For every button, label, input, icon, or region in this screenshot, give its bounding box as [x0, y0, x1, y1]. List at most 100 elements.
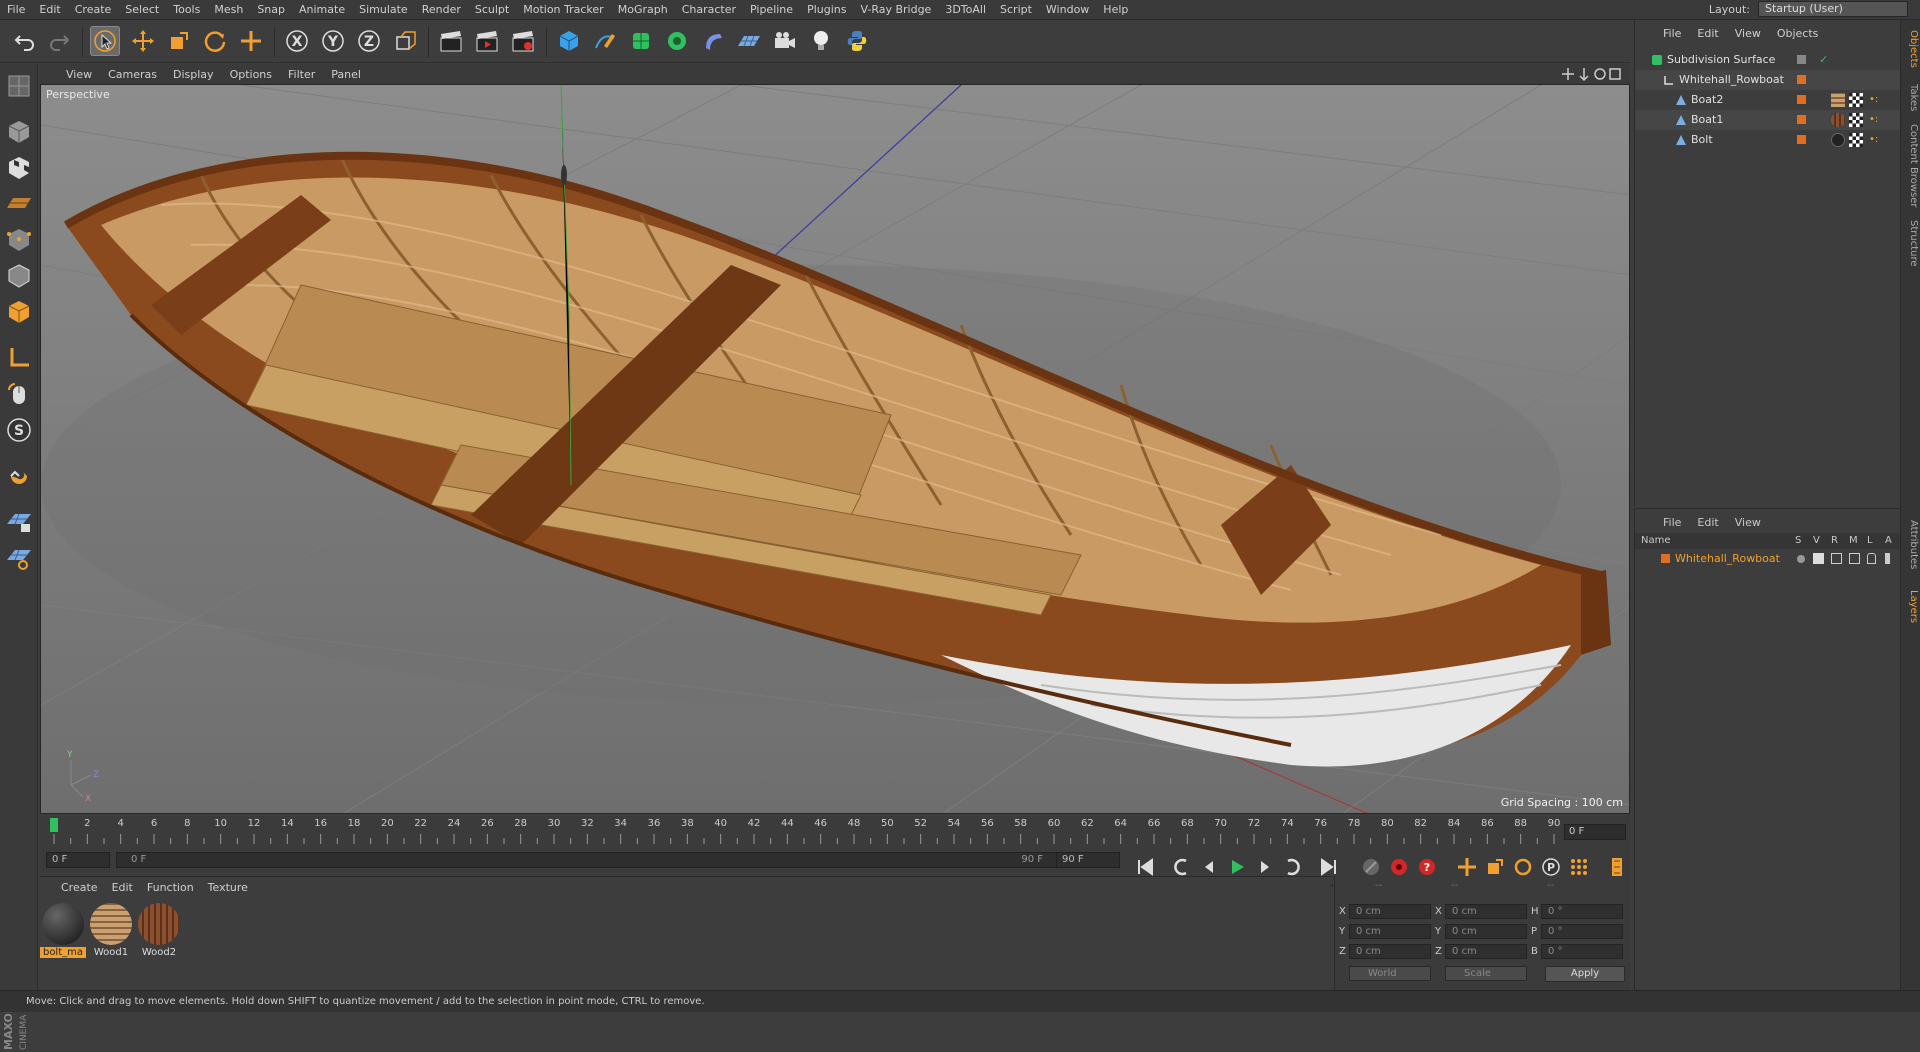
menu-3dtoall[interactable]: 3DToAll — [938, 3, 993, 16]
viewport-menu-panel[interactable]: Panel — [323, 68, 369, 81]
size-z-field[interactable]: 0 cm — [1445, 944, 1527, 959]
material-menu-texture[interactable]: Texture — [201, 881, 255, 894]
rotate-tool-button[interactable] — [200, 26, 230, 56]
viewport-nav-icons[interactable] — [1562, 66, 1622, 82]
rotation-p-field[interactable]: 0 ° — [1541, 924, 1623, 939]
scale-tool-button[interactable] — [164, 26, 194, 56]
lock-toggle-icon[interactable] — [1867, 553, 1876, 564]
menu-tools[interactable]: Tools — [166, 3, 207, 16]
object-row-boat2[interactable]: Boat2 •: — [1635, 90, 1901, 110]
viewport-menu-view[interactable]: View — [40, 68, 100, 81]
manager-toggle-icon[interactable] — [1849, 553, 1860, 564]
texture-tag-icon[interactable] — [1849, 113, 1863, 127]
enabled-check-icon[interactable]: ✓ — [1819, 50, 1828, 70]
material-wood1[interactable]: Wood1 — [88, 903, 134, 963]
menu-vray-bridge[interactable]: V-Ray Bridge — [853, 3, 938, 16]
transform-mode-select[interactable]: Scale — [1445, 966, 1527, 981]
layer-color-swatch[interactable] — [1661, 554, 1670, 563]
size-x-field[interactable]: 0 cm — [1445, 904, 1527, 919]
current-frame-field[interactable]: 0 F — [1564, 824, 1626, 840]
z-axis-button[interactable]: Z — [354, 26, 384, 56]
menu-plugins[interactable]: Plugins — [800, 3, 853, 16]
layout-select[interactable]: Startup (User) — [1758, 1, 1908, 17]
floor-button[interactable] — [734, 26, 764, 56]
texture-mode-button[interactable] — [3, 152, 35, 184]
edges-mode-button[interactable] — [3, 260, 35, 292]
position-z-field[interactable]: 0 cm — [1349, 944, 1431, 959]
solo-toggle-icon[interactable] — [1797, 555, 1805, 563]
viewport-menu-display[interactable]: Display — [165, 68, 222, 81]
playhead[interactable] — [50, 818, 58, 832]
python-button[interactable] — [842, 26, 872, 56]
start-frame-field[interactable]: 0 F — [46, 852, 110, 868]
animation-toggle-icon[interactable] — [1885, 553, 1890, 564]
object-row-whitehall-rowboat[interactable]: Whitehall_Rowboat — [1635, 70, 1901, 90]
object-row-bolt[interactable]: Bolt •: — [1635, 130, 1901, 150]
tab-takes[interactable]: Takes — [1903, 84, 1919, 111]
material-menu-edit[interactable]: Edit — [105, 881, 140, 894]
light-button[interactable] — [806, 26, 836, 56]
object-menu-objects[interactable]: Objects — [1769, 27, 1827, 40]
render-picture-viewer-button[interactable] — [472, 26, 502, 56]
menu-script[interactable]: Script — [993, 3, 1039, 16]
camera-button[interactable] — [770, 26, 800, 56]
layer-row-whitehall-rowboat[interactable]: Whitehall_Rowboat — [1635, 549, 1901, 569]
menu-select[interactable]: Select — [118, 3, 166, 16]
material-tag-icon[interactable] — [1831, 113, 1845, 127]
coordinate-space-select[interactable]: World — [1349, 966, 1431, 981]
object-menu-file[interactable]: File — [1655, 27, 1689, 40]
render-toggle-icon[interactable] — [1831, 553, 1842, 564]
position-y-field[interactable]: 0 cm — [1349, 924, 1431, 939]
menu-animate[interactable]: Animate — [292, 3, 352, 16]
perspective-viewport[interactable]: Y Z X Perspective Grid Spacing : 100 cm — [40, 84, 1630, 814]
planar-workplane-button[interactable] — [3, 542, 35, 574]
mograph-cloner-button[interactable] — [662, 26, 692, 56]
magnet-button[interactable] — [3, 460, 35, 492]
axis-mode-button[interactable] — [3, 342, 35, 374]
view-toggle-icon[interactable] — [1813, 553, 1824, 564]
y-axis-button[interactable]: Y — [318, 26, 348, 56]
object-menu-edit[interactable]: Edit — [1689, 27, 1726, 40]
texture-tag-icon[interactable] — [1849, 133, 1863, 147]
spline-pen-button[interactable] — [590, 26, 620, 56]
x-axis-button[interactable]: X — [282, 26, 312, 56]
menu-help[interactable]: Help — [1096, 3, 1135, 16]
deformer-button[interactable] — [698, 26, 728, 56]
menu-motion-tracker[interactable]: Motion Tracker — [516, 3, 610, 16]
material-menu-create[interactable]: Create — [54, 881, 105, 894]
material-menu-function[interactable]: Function — [140, 881, 201, 894]
snap-button[interactable]: S — [3, 414, 35, 446]
move-tool-button[interactable] — [128, 26, 158, 56]
undo-button[interactable] — [10, 26, 40, 56]
rotation-b-field[interactable]: 0 ° — [1541, 944, 1623, 959]
position-x-field[interactable]: 0 cm — [1349, 904, 1431, 919]
polygons-mode-button[interactable] — [3, 296, 35, 328]
weight-tag-icon[interactable]: •: — [1869, 90, 1878, 110]
menu-simulate[interactable]: Simulate — [352, 3, 415, 16]
menu-snap[interactable]: Snap — [250, 3, 292, 16]
object-menu-view[interactable]: View — [1727, 27, 1769, 40]
lock-workplane-button[interactable] — [3, 506, 35, 538]
object-row-subdivision-surface[interactable]: Subdivision Surface ✓ — [1635, 50, 1901, 70]
layer-menu-file[interactable]: File — [1655, 516, 1689, 529]
menu-mograph[interactable]: MoGraph — [611, 3, 675, 16]
material-tag-icon[interactable] — [1831, 133, 1845, 147]
material-tag-icon[interactable] — [1831, 93, 1845, 107]
weight-tag-icon[interactable]: •: — [1869, 110, 1878, 130]
layer-color-indicator[interactable] — [1797, 115, 1806, 124]
menu-render[interactable]: Render — [415, 3, 468, 16]
subdivision-surface-button[interactable] — [626, 26, 656, 56]
make-editable-button[interactable] — [3, 70, 35, 102]
redo-button[interactable] — [44, 26, 74, 56]
points-mode-button[interactable] — [3, 224, 35, 256]
layer-color-indicator[interactable] — [1797, 135, 1806, 144]
end-frame-field[interactable]: 90 F — [1056, 852, 1120, 868]
texture-tag-icon[interactable] — [1849, 93, 1863, 107]
menu-character[interactable]: Character — [675, 3, 743, 16]
range-slider[interactable]: 0 F 90 F — [116, 852, 1062, 868]
object-row-boat1[interactable]: Boat1 •: — [1635, 110, 1901, 130]
layer-menu-view[interactable]: View — [1727, 516, 1769, 529]
size-y-field[interactable]: 0 cm — [1445, 924, 1527, 939]
menu-window[interactable]: Window — [1039, 3, 1096, 16]
tab-attributes[interactable]: Attributes — [1903, 520, 1919, 569]
